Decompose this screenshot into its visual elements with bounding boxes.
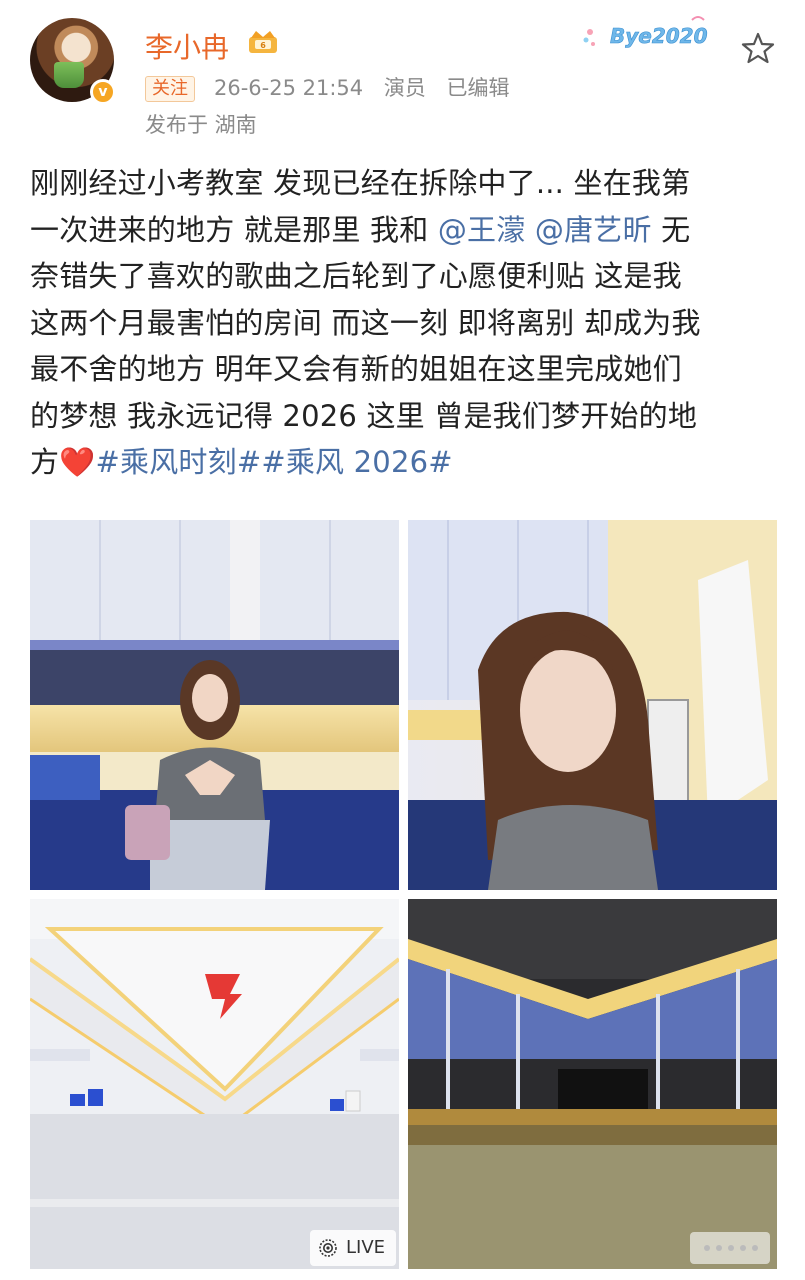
photo-woman-selfie[interactable] (408, 520, 777, 890)
vip-crown-icon[interactable]: 6 (246, 29, 280, 55)
live-label: LIVE (346, 1237, 386, 1258)
post-text: 刚刚经过小考教室 发现已经在拆除中了... 坐在我第 一次进来的地方 就是那里 我… (30, 160, 775, 486)
user-mention-link[interactable]: @唐艺昕 (535, 213, 652, 247)
bye2020-badge: Bye2020 (583, 16, 708, 48)
more-dots[interactable] (690, 1232, 770, 1264)
edited-label: 已编辑 (446, 76, 510, 100)
post-text-segment: 方 (30, 445, 60, 479)
post-text-segment: 的梦想 我永远记得 2026 这里 曾是我们梦开始的地 (30, 398, 698, 433)
post-text-segment (525, 213, 534, 247)
bye2020-text: Bye2020 (610, 24, 708, 48)
post-header: v 李小冉 6 关注 26-6-25 21:54 演员 已编辑 发布于 湖南 B… (0, 0, 805, 150)
post-meta: 26-6-25 21:54 演员 已编辑 (214, 72, 524, 102)
post-timestamp: 26-6-25 21:54 (214, 76, 364, 100)
post-text-line: 奈错失了喜欢的歌曲之后轮到了心愿便利贴 这是我 (30, 253, 775, 300)
post-location: 发布于 湖南 (145, 113, 257, 137)
heart-emoji-icon: ❤️ (59, 445, 96, 479)
hashtag-link[interactable]: #乘风时刻# (96, 445, 262, 479)
post-text-line: 方❤️#乘风时刻##乘风 2026# (30, 439, 775, 486)
post-text-segment: 无 (651, 212, 691, 247)
post-text-segment: 最不舍的地方 明年又会有新的姐姐在这里完成她们 (30, 352, 682, 386)
photo-woman-heart-gesture[interactable] (30, 520, 399, 890)
live-badge[interactable]: LIVE (310, 1230, 396, 1266)
post-text-line: 的梦想 我永远记得 2026 这里 曾是我们梦开始的地 (30, 393, 775, 440)
post-text-segment: 刚刚经过小考教室 发现已经在拆除中了... 坐在我第 (30, 166, 691, 200)
verified-v-icon: v (90, 79, 116, 105)
post-text-segment: 一次进来的地方 就是那里 我和 (30, 212, 438, 247)
star-outline-icon[interactable] (740, 30, 776, 66)
photo-empty-stage-wide[interactable] (408, 899, 777, 1269)
post-text-segment: 奈错失了喜欢的歌曲之后轮到了心愿便利贴 这是我 (30, 259, 682, 293)
user-role: 演员 (383, 76, 426, 100)
follow-tag[interactable]: 关注 (145, 76, 195, 102)
live-icon (319, 1239, 337, 1257)
hashtag-link[interactable]: #乘风 2026# (261, 445, 452, 479)
post-text-line: 一次进来的地方 就是那里 我和 @王濛 @唐艺昕 无 (30, 207, 775, 254)
svg-text:6: 6 (260, 41, 266, 50)
post-text-line: 最不舍的地方 明年又会有新的姐姐在这里完成她们 (30, 346, 775, 393)
post-text-segment: 这两个月最害怕的房间 而这一刻 即将离别 却成为我 (30, 305, 701, 340)
user-mention-link[interactable]: @王濛 (438, 213, 526, 247)
username[interactable]: 李小冉 (145, 26, 229, 66)
avatar-cup (54, 62, 84, 88)
post-text-line: 这两个月最害怕的房间 而这一刻 即将离别 却成为我 (30, 300, 775, 347)
photo-empty-stage-logo[interactable] (30, 899, 399, 1269)
post-text-line: 刚刚经过小考教室 发现已经在拆除中了... 坐在我第 (30, 160, 775, 207)
